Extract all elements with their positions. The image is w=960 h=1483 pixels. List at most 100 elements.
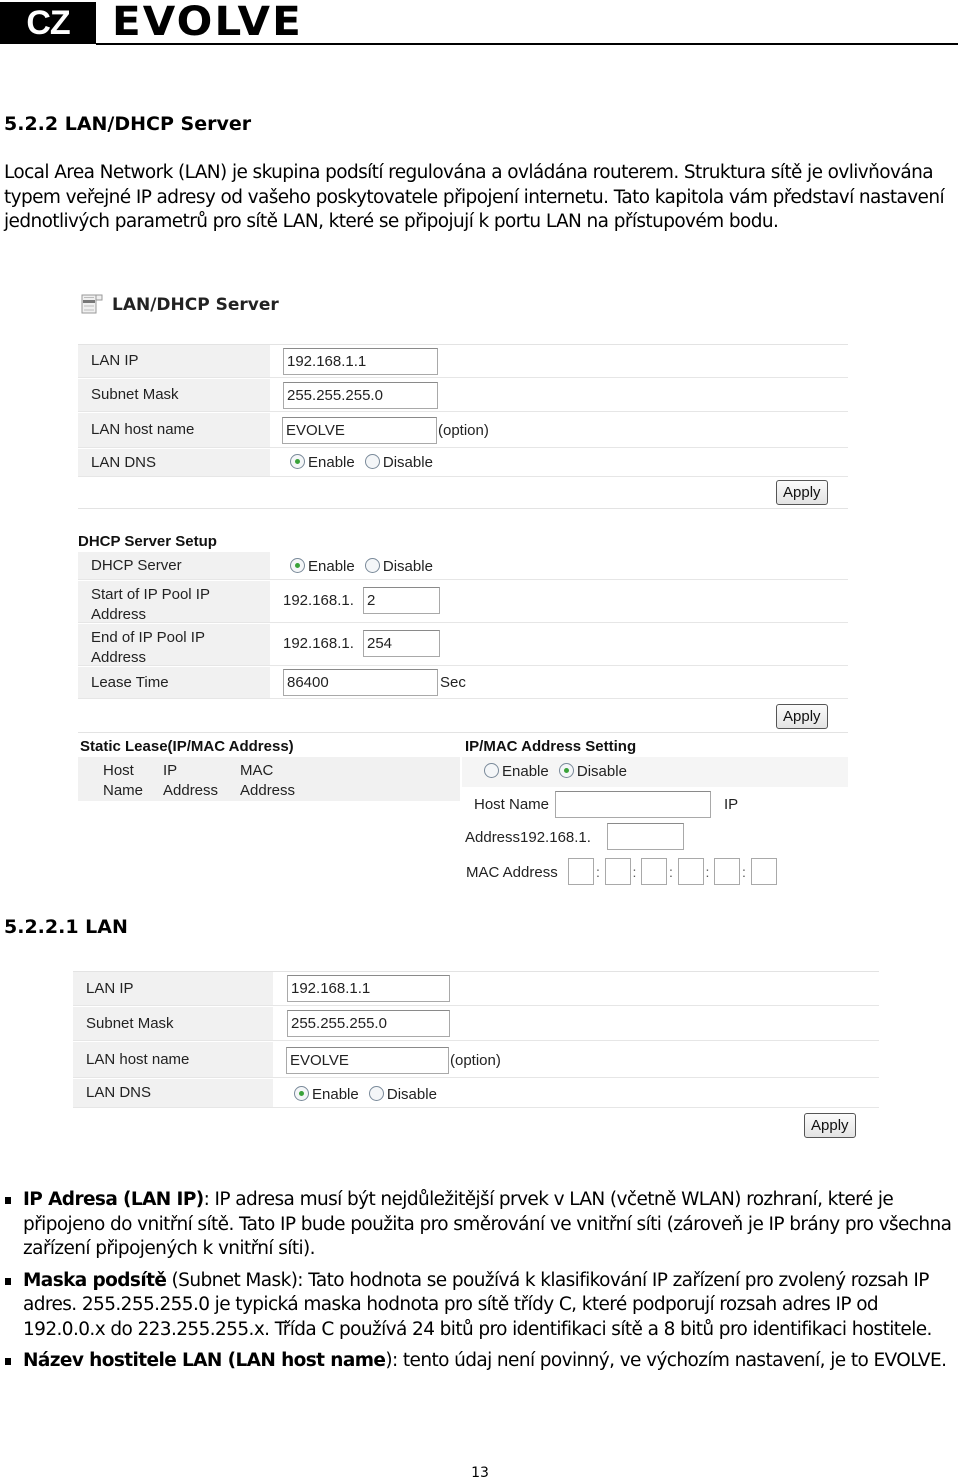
ip-label: IP xyxy=(724,796,739,813)
bullet-subnet-mask: Maska podsítě (Subnet Mask): Tato hodnot… xyxy=(4,1269,954,1343)
mac-address-label: MAC Address xyxy=(466,864,558,881)
lan-host-name-label: LAN host name xyxy=(73,1042,273,1077)
lan-apply-button[interactable]: Apply xyxy=(804,1113,856,1138)
radio-label: Enable xyxy=(308,558,355,575)
radio-selected-icon xyxy=(290,454,305,469)
col-host-name: Host Name xyxy=(103,762,144,799)
lan-apply-button[interactable]: Apply xyxy=(776,480,828,505)
radio-label: Disable xyxy=(382,558,433,575)
radio-selected-icon xyxy=(558,763,574,778)
static-lease-table-header: Host Name IP Address MAC Address xyxy=(78,757,460,801)
mac-octet-input[interactable] xyxy=(750,858,777,885)
subnet-mask-input[interactable] xyxy=(287,1010,450,1037)
start-pool-input[interactable] xyxy=(363,587,440,614)
lan-host-name-input[interactable] xyxy=(282,417,437,444)
dhcp-server-label: DHCP Server xyxy=(78,552,270,579)
ipmac-enable-radio[interactable]: Enable xyxy=(484,763,549,780)
page-title: LAN/DHCP Server xyxy=(112,295,279,315)
lan-ip-label: LAN IP xyxy=(78,345,270,377)
lan-host-name-input[interactable] xyxy=(286,1047,449,1074)
lan-ip-input[interactable] xyxy=(283,348,438,375)
lan-ip-row: LAN IP xyxy=(73,972,879,1006)
radio-selected-icon xyxy=(294,1086,309,1101)
lan-ip-row: LAN IP xyxy=(78,345,848,378)
dhcp-enable-radio[interactable]: Enable xyxy=(290,558,355,575)
brand-logo: EVOLVE xyxy=(112,0,303,45)
lan-dns-row: LAN DNS xyxy=(73,1079,879,1108)
radio-unselected-icon xyxy=(368,1086,384,1101)
lan-dns-row: LAN DNS xyxy=(78,449,848,477)
lan-dns-radio-group: Enable Disable xyxy=(294,1086,443,1103)
radio-label: Disable xyxy=(386,1086,437,1103)
lan-dns-enable-radio[interactable]: Enable xyxy=(290,454,355,471)
radio-unselected-icon xyxy=(484,763,499,778)
ipmac-radio-group: Enable Disable xyxy=(484,763,633,780)
dhcp-server-radio-group: Enable Disable xyxy=(290,558,439,575)
bullet-text: ): tento údaj není povinný, ve výchozím … xyxy=(385,1350,947,1371)
end-pool-row: End of IP Pool IP Address xyxy=(78,624,848,666)
start-pool-label: Start of IP Pool IP Address xyxy=(78,581,270,623)
bullet-list: IP Adresa (LAN IP): IP adresa musí být n… xyxy=(4,1188,954,1381)
start-pool-prefix: 192.168.1. xyxy=(283,592,354,609)
col-ip-address: IP Address xyxy=(163,762,219,799)
mac-separator: : xyxy=(632,864,637,880)
start-pool-row: Start of IP Pool IP Address xyxy=(78,581,848,623)
dhcp-section-title: DHCP Server Setup xyxy=(78,533,217,550)
lan-dns-label: LAN DNS xyxy=(73,1079,273,1107)
page-number: 13 xyxy=(471,1465,489,1481)
mac-octet-input[interactable] xyxy=(677,858,704,885)
ip-address-input[interactable] xyxy=(607,823,684,850)
subnet-mask-row: Subnet Mask xyxy=(73,1007,879,1041)
ip-address-prefix: Address192.168.1. xyxy=(465,829,591,846)
lan-dns-label: LAN DNS xyxy=(78,449,270,476)
language-badge: CZ xyxy=(0,2,96,44)
mac-octet-input[interactable] xyxy=(568,858,594,885)
radio-selected-icon xyxy=(290,558,305,573)
radio-label: Enable xyxy=(502,763,549,780)
bullet-lan-ip: IP Adresa (LAN IP): IP adresa musí být n… xyxy=(4,1188,954,1262)
mac-octet-input[interactable] xyxy=(641,858,667,885)
lan-host-name-label: LAN host name xyxy=(78,413,270,447)
mac-octet-input[interactable] xyxy=(604,858,631,885)
subnet-mask-label: Subnet Mask xyxy=(73,1007,273,1040)
radio-label: Disable xyxy=(382,454,433,471)
server-icon xyxy=(81,294,103,314)
lan-dns-disable-radio[interactable]: Disable xyxy=(368,1086,437,1103)
bullet-term: Maska podsítě xyxy=(23,1269,167,1291)
lease-time-label: Lease Time xyxy=(78,667,270,698)
radio-label: Disable xyxy=(576,763,627,780)
subnet-mask-input[interactable] xyxy=(283,382,438,409)
dhcp-server-row: DHCP Server xyxy=(78,552,848,580)
dhcp-apply-button[interactable]: Apply xyxy=(776,704,828,729)
mac-separator: : xyxy=(705,864,710,880)
radio-unselected-icon xyxy=(364,454,380,469)
mac-separator: : xyxy=(669,864,673,880)
end-pool-input[interactable] xyxy=(363,630,440,657)
lan-dns-enable-radio[interactable]: Enable xyxy=(294,1086,359,1103)
lan-dns-disable-radio[interactable]: Disable xyxy=(364,454,433,471)
lan-dns-radio-group: Enable Disable xyxy=(290,454,439,471)
subsection-heading: 5.2.2.1 LAN xyxy=(4,916,128,938)
lease-time-input[interactable] xyxy=(283,669,438,696)
lease-unit: Sec xyxy=(440,674,466,691)
bullet-term: Název hostitele LAN (LAN host name xyxy=(23,1350,386,1371)
host-name-input[interactable] xyxy=(555,791,711,818)
end-pool-label: End of IP Pool IP Address xyxy=(78,624,270,666)
bullet-host-name: Název hostitele LAN (LAN host name): ten… xyxy=(4,1349,954,1374)
mac-separator: : xyxy=(596,864,600,880)
subnet-mask-label: Subnet Mask xyxy=(78,379,270,411)
host-name-label: Host Name xyxy=(474,796,550,813)
section-heading: 5.2.2 LAN/DHCP Server xyxy=(4,113,252,135)
lan-ip-label: LAN IP xyxy=(73,972,273,1005)
subnet-mask-row: Subnet Mask xyxy=(78,379,848,412)
ipmac-disable-radio[interactable]: Disable xyxy=(558,763,627,780)
radio-unselected-icon xyxy=(364,558,380,573)
bullet-term-suffix: (Subnet Mask xyxy=(166,1269,292,1291)
dhcp-disable-radio[interactable]: Disable xyxy=(364,558,433,575)
bullet-term: IP Adresa (LAN IP) xyxy=(23,1189,204,1210)
intro-paragraph: Local Area Network (LAN) je skupina pods… xyxy=(4,162,945,232)
mac-octet-input[interactable] xyxy=(714,858,740,885)
lan-ip-input[interactable] xyxy=(287,975,450,1002)
col-mac-address: MAC Address xyxy=(240,762,296,799)
header-divider xyxy=(96,43,958,45)
